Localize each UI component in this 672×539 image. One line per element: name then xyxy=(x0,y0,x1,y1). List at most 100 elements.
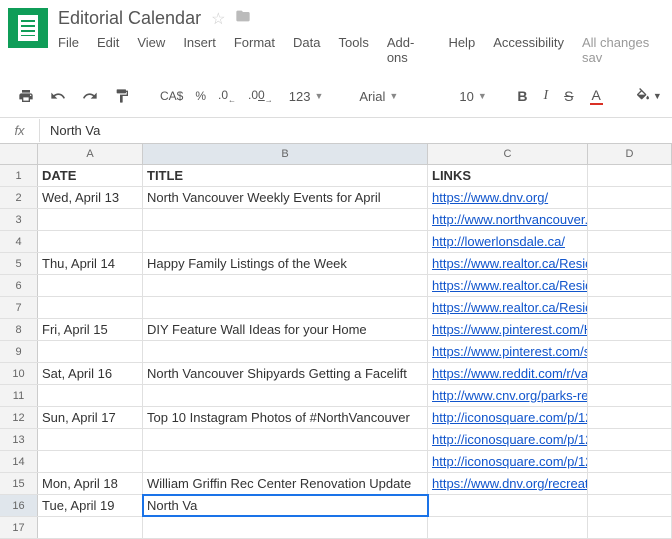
cell-link[interactable]: https://www.dnv.org/recreation-and-leisu… xyxy=(428,473,588,494)
cell[interactable]: Happy Family Listings of the Week xyxy=(143,253,428,274)
cell[interactable]: North Vancouver Weekly Events for April xyxy=(143,187,428,208)
col-header-a[interactable]: A xyxy=(38,144,143,164)
cell[interactable] xyxy=(143,209,428,230)
cell[interactable] xyxy=(38,517,143,538)
cell[interactable] xyxy=(38,429,143,450)
menu-format[interactable]: Format xyxy=(234,35,275,69)
menu-help[interactable]: Help xyxy=(448,35,475,69)
cell[interactable] xyxy=(428,495,588,516)
cell[interactable] xyxy=(588,517,672,538)
active-cell[interactable]: North Va xyxy=(143,495,428,516)
text-color-button[interactable]: A xyxy=(584,83,609,109)
redo-icon[interactable] xyxy=(76,84,104,108)
font-size-dropdown[interactable]: 10▼ xyxy=(451,87,491,106)
decrease-decimal[interactable]: .0← xyxy=(214,88,240,104)
cell-link[interactable]: http://www.cnv.org/parks-recreation-and-… xyxy=(428,385,588,406)
formula-input[interactable]: North Va xyxy=(40,119,672,142)
font-dropdown[interactable]: Arial▼ xyxy=(351,87,431,106)
row-header[interactable]: 3 xyxy=(0,209,38,230)
menu-data[interactable]: Data xyxy=(293,35,320,69)
row-header[interactable]: 13 xyxy=(0,429,38,450)
cell[interactable]: Tue, April 19 xyxy=(38,495,143,516)
cell[interactable]: Sun, April 17 xyxy=(38,407,143,428)
cell[interactable] xyxy=(143,275,428,296)
number-format-dropdown[interactable]: 123▼ xyxy=(281,87,332,106)
fx-label[interactable]: fx xyxy=(0,119,40,142)
row-header[interactable]: 4 xyxy=(0,231,38,252)
cell[interactable] xyxy=(588,429,672,450)
cell[interactable] xyxy=(143,231,428,252)
cell[interactable] xyxy=(588,231,672,252)
cell-link[interactable]: http://lowerlonsdale.ca/ xyxy=(428,231,588,252)
cell[interactable] xyxy=(588,187,672,208)
cell[interactable] xyxy=(588,363,672,384)
cell[interactable] xyxy=(588,341,672,362)
strikethrough-button[interactable]: S xyxy=(558,84,579,108)
cell[interactable] xyxy=(428,517,588,538)
cell[interactable] xyxy=(38,341,143,362)
fill-color-icon[interactable]: ▼ xyxy=(629,84,668,108)
cell-link[interactable]: http://iconosquare.com/p/1223371933538 xyxy=(428,451,588,472)
cell-link[interactable]: https://www.pinterest.com/search/pins/?0 xyxy=(428,341,588,362)
cell[interactable] xyxy=(143,297,428,318)
menu-view[interactable]: View xyxy=(137,35,165,69)
cell[interactable] xyxy=(588,407,672,428)
print-icon[interactable] xyxy=(12,84,40,108)
doc-title[interactable]: Editorial Calendar xyxy=(58,8,201,29)
cell-link[interactable]: https://www.realtor.ca/Residential/Singl… xyxy=(428,275,588,296)
cell-link[interactable]: http://www.northvancouver.com xyxy=(428,209,588,230)
cell[interactable]: Wed, April 13 xyxy=(38,187,143,208)
row-header[interactable]: 5 xyxy=(0,253,38,274)
cell[interactable] xyxy=(588,209,672,230)
cell[interactable]: Thu, April 14 xyxy=(38,253,143,274)
cell[interactable] xyxy=(38,385,143,406)
menu-addons[interactable]: Add-ons xyxy=(387,35,431,69)
row-header[interactable]: 12 xyxy=(0,407,38,428)
cell[interactable]: TITLE xyxy=(143,165,428,186)
cell[interactable] xyxy=(143,385,428,406)
row-header[interactable]: 10 xyxy=(0,363,38,384)
cell[interactable] xyxy=(143,429,428,450)
col-header-c[interactable]: C xyxy=(428,144,588,164)
cell[interactable] xyxy=(588,165,672,186)
cell[interactable] xyxy=(143,517,428,538)
cell-link[interactable]: https://www.dnv.org/ xyxy=(428,187,588,208)
currency-format[interactable]: CA$ xyxy=(156,89,187,103)
cell[interactable] xyxy=(38,451,143,472)
row-header[interactable]: 16 xyxy=(0,495,38,516)
cell[interactable] xyxy=(588,319,672,340)
menu-accessibility[interactable]: Accessibility xyxy=(493,35,564,69)
col-header-b[interactable]: B xyxy=(143,144,428,164)
cell[interactable]: Mon, April 18 xyxy=(38,473,143,494)
menu-edit[interactable]: Edit xyxy=(97,35,119,69)
cell-link[interactable]: http://iconosquare.com/p/1223386906262 xyxy=(428,407,588,428)
cell[interactable]: DIY Feature Wall Ideas for your Home xyxy=(143,319,428,340)
cell[interactable] xyxy=(143,451,428,472)
row-header[interactable]: 15 xyxy=(0,473,38,494)
cell[interactable]: North Vancouver Shipyards Getting a Face… xyxy=(143,363,428,384)
cell[interactable]: LINKS xyxy=(428,165,588,186)
row-header[interactable]: 8 xyxy=(0,319,38,340)
row-header[interactable]: 2 xyxy=(0,187,38,208)
cell[interactable] xyxy=(588,473,672,494)
sheets-logo[interactable] xyxy=(8,8,48,48)
row-header[interactable]: 17 xyxy=(0,517,38,538)
row-header[interactable]: 6 xyxy=(0,275,38,296)
cell[interactable] xyxy=(588,495,672,516)
menu-insert[interactable]: Insert xyxy=(183,35,216,69)
cell-link[interactable]: https://www.realtor.ca/Residential/Singl… xyxy=(428,297,588,318)
cell[interactable]: Top 10 Instagram Photos of #NorthVancouv… xyxy=(143,407,428,428)
cell[interactable] xyxy=(588,451,672,472)
cell[interactable] xyxy=(588,253,672,274)
cell[interactable] xyxy=(38,275,143,296)
menu-tools[interactable]: Tools xyxy=(338,35,368,69)
increase-decimal[interactable]: .00→ xyxy=(244,88,277,104)
cell-link[interactable]: http://iconosquare.com/p/1223377994112 xyxy=(428,429,588,450)
row-header[interactable]: 14 xyxy=(0,451,38,472)
cell[interactable]: Sat, April 16 xyxy=(38,363,143,384)
italic-button[interactable]: I xyxy=(537,84,554,108)
cell-link[interactable]: https://www.pinterest.com/HobbyLobby/di xyxy=(428,319,588,340)
row-header[interactable]: 1 xyxy=(0,165,38,186)
cell[interactable] xyxy=(38,297,143,318)
cell-link[interactable]: https://www.reddit.com/r/vancouver/comm xyxy=(428,363,588,384)
